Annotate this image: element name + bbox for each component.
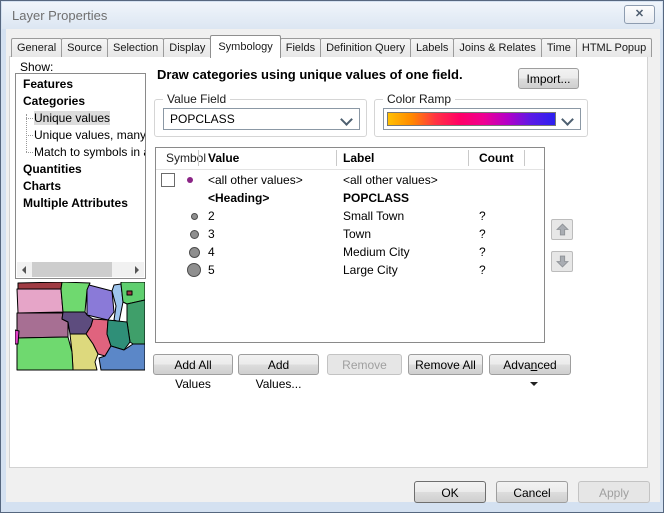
value-cell: 2	[208, 207, 215, 225]
color-ramp-group-label: Color Ramp	[383, 92, 455, 106]
column-divider	[336, 150, 337, 166]
table-row[interactable]: <Heading> POPCLASS	[156, 189, 544, 207]
tab[interactable]: Fields	[280, 38, 321, 57]
show-label: Show:	[20, 60, 53, 74]
column-header-label: Label	[343, 148, 374, 169]
add-values-button[interactable]: Add Values...	[238, 354, 319, 375]
label-cell: Large City	[343, 261, 398, 279]
color-ramp-group: Color Ramp	[374, 99, 588, 137]
chevron-down-icon	[561, 113, 574, 126]
titlebar[interactable]: Layer Properties	[2, 2, 662, 29]
symbol-cell[interactable]	[156, 189, 202, 207]
tab[interactable]: Selection	[107, 38, 164, 57]
up-arrow-icon	[556, 223, 569, 236]
symbol-cell[interactable]	[156, 207, 202, 225]
tab[interactable]: Symbology	[210, 35, 280, 58]
table-row[interactable]: 3 Town ?	[156, 225, 544, 243]
color-ramp-swatch	[387, 112, 556, 126]
move-down-button	[551, 251, 573, 272]
show-items: FeaturesCategoriesUnique valuesUnique va…	[16, 76, 145, 212]
tab[interactable]: General	[11, 38, 62, 57]
label-cell: Medium City	[343, 243, 410, 261]
tab[interactable]: Labels	[410, 38, 454, 57]
tab[interactable]: HTML Popup	[576, 38, 652, 57]
show-list-item[interactable]: Multiple Attributes	[16, 195, 145, 212]
table-row[interactable]: 4 Medium City ?	[156, 243, 544, 261]
symbol-table-header: Symbol Value Label Count	[156, 148, 544, 170]
tab[interactable]: Time	[541, 38, 577, 57]
table-row[interactable]: 2 Small Town ?	[156, 207, 544, 225]
symbol-cell[interactable]	[156, 243, 202, 261]
count-cell: ?	[479, 243, 486, 261]
window-title: Layer Properties	[12, 2, 107, 29]
show-list-item[interactable]: Features	[16, 76, 145, 93]
advanced-button[interactable]: Advanced	[489, 354, 571, 375]
down-arrow-icon	[556, 255, 569, 268]
show-list: FeaturesCategoriesUnique valuesUnique va…	[15, 73, 146, 279]
table-row[interactable]: 5 Large City ?	[156, 261, 544, 279]
value-cell: <all other values>	[208, 171, 303, 189]
import-button[interactable]: Import...	[518, 68, 579, 89]
cancel-button[interactable]: Cancel	[496, 481, 568, 503]
color-ramp-combobox[interactable]	[383, 108, 581, 130]
move-up-button	[551, 219, 573, 240]
label-cell: POPCLASS	[343, 189, 409, 207]
symbol-cell[interactable]	[156, 261, 202, 279]
show-list-item[interactable]: Match to symbols in a	[16, 144, 145, 161]
column-header-value: Value	[208, 148, 239, 169]
add-all-values-button[interactable]: Add All Values	[153, 354, 233, 375]
dropdown-arrow-icon	[530, 382, 538, 386]
remove-all-button[interactable]: Remove All	[408, 354, 483, 375]
value-field-value: POPCLASS	[170, 109, 235, 129]
count-cell: ?	[479, 207, 486, 225]
scroll-left-arrow-icon[interactable]	[17, 262, 32, 277]
value-field-group: Value Field POPCLASS	[154, 99, 367, 137]
show-list-item[interactable]: Unique values	[16, 110, 145, 127]
tab-strip: GeneralSourceSelectionDisplaySymbologyFi…	[11, 34, 652, 57]
ok-button[interactable]: OK	[414, 481, 486, 503]
column-divider	[524, 150, 525, 166]
column-header-symbol: Symbol	[166, 148, 206, 169]
value-cell: <Heading>	[208, 189, 269, 207]
label-cell: Town	[343, 225, 371, 243]
show-list-item[interactable]: Unique values, many	[16, 127, 145, 144]
close-icon: ✕	[635, 8, 644, 20]
table-row[interactable]: <all other values> <all other values>	[156, 171, 544, 189]
count-cell: ?	[479, 225, 486, 243]
value-field-combobox[interactable]: POPCLASS	[163, 108, 360, 130]
chevron-down-icon	[340, 113, 353, 126]
tab[interactable]: Display	[163, 38, 211, 57]
remove-button: Remove	[327, 354, 402, 375]
count-cell: ?	[479, 261, 486, 279]
close-button[interactable]: ✕	[624, 5, 655, 24]
horizontal-scrollbar[interactable]	[17, 262, 144, 277]
tab-page-symbology: Show: FeaturesCategoriesUnique valuesUni…	[9, 56, 648, 468]
show-list-item[interactable]: Quantities	[16, 161, 145, 178]
label-cell: Small Town	[343, 207, 404, 225]
symbol-table: Symbol Value Label Count <all other valu…	[155, 147, 545, 343]
apply-button: Apply	[578, 481, 650, 503]
tab[interactable]: Definition Query	[320, 38, 411, 57]
symbol-table-body: <all other values> <all other values> <H…	[156, 169, 544, 342]
map-preview	[15, 282, 145, 373]
symbol-cell[interactable]	[156, 171, 202, 189]
description-heading: Draw categories using unique values of o…	[157, 67, 512, 82]
value-field-group-label: Value Field	[163, 92, 230, 106]
scrollbar-thumb[interactable]	[32, 262, 112, 277]
value-cell: 5	[208, 261, 215, 279]
tab[interactable]: Source	[61, 38, 108, 57]
value-cell: 4	[208, 243, 215, 261]
column-header-count: Count	[479, 148, 514, 169]
value-cell: 3	[208, 225, 215, 243]
scroll-right-arrow-icon[interactable]	[129, 262, 144, 277]
show-list-item[interactable]: Categories	[16, 93, 145, 110]
tab[interactable]: Joins & Relates	[453, 38, 541, 57]
layer-properties-dialog: Layer Properties ✕ GeneralSourceSelectio…	[0, 0, 664, 513]
symbol-cell[interactable]	[156, 225, 202, 243]
label-cell: <all other values>	[343, 171, 438, 189]
show-list-item[interactable]: Charts	[16, 178, 145, 195]
column-divider	[468, 150, 469, 166]
column-divider	[198, 150, 199, 166]
